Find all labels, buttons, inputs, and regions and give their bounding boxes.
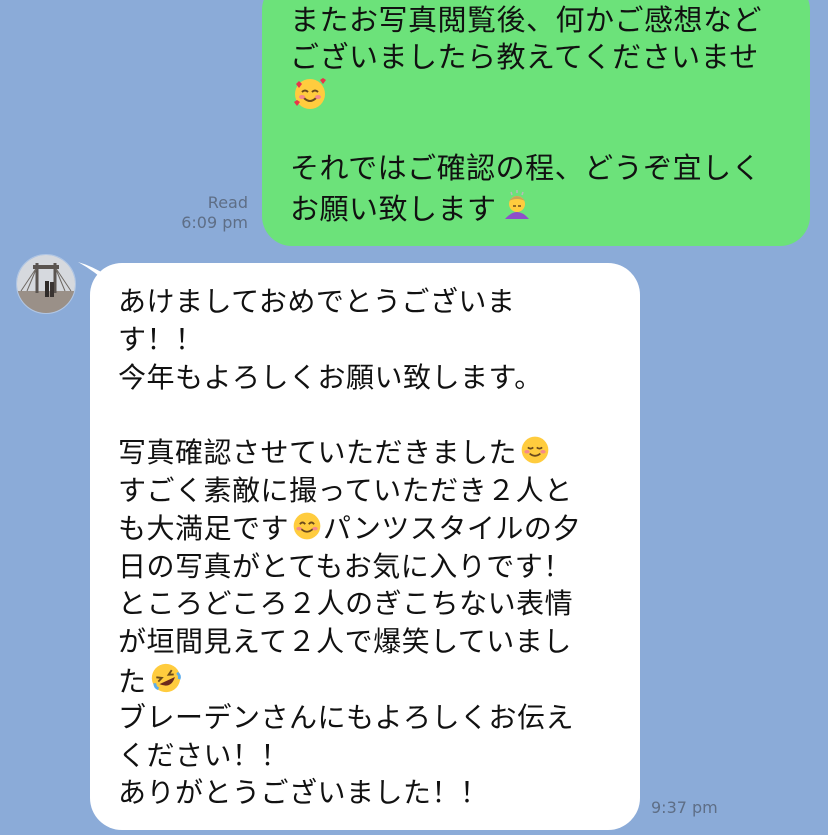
person-bowing-icon bbox=[504, 190, 529, 219]
message-line bbox=[118, 396, 620, 434]
message-line: 日の写真がとてもお気に入りです！ bbox=[118, 549, 572, 583]
message-text: パンツスタイルの夕 bbox=[323, 511, 581, 545]
message-line: あけましておめでとうございま bbox=[118, 285, 516, 318]
message-text: も大満足です bbox=[118, 511, 290, 545]
message-line bbox=[290, 113, 784, 150]
message-line: ブレーデンさんにもよろしくお伝え bbox=[118, 700, 575, 734]
message-line: も大満足です パンツスタイルの夕 bbox=[118, 510, 620, 548]
message-line: ありがとうございました！！ bbox=[118, 776, 489, 810]
received-message-bubble[interactable]: あけましておめでとうございま す！！ 今年もよろしくお願い致します。 写真確認さ… bbox=[90, 263, 640, 830]
smiling-face-icon bbox=[521, 436, 549, 464]
rolling-on-floor-laughing-icon bbox=[151, 663, 181, 693]
chat-screen: { "sent_message": { "lines": [ "またお写真閲覧後… bbox=[0, 0, 828, 835]
message-line: す！！ bbox=[118, 322, 204, 356]
message-timestamp: 9:37 pm bbox=[651, 798, 718, 817]
message-line: ください！！ bbox=[118, 738, 290, 772]
message-timestamp: 6:09 pm bbox=[181, 213, 248, 232]
message-line: ございましたら教えてくださいませ bbox=[290, 40, 759, 74]
avatar[interactable] bbox=[16, 254, 76, 314]
emoji-line bbox=[290, 76, 784, 113]
message-text: 写真確認させていただきました bbox=[118, 436, 518, 470]
message-line: それではご確認の程、どうぞ宜しく bbox=[290, 151, 762, 185]
message-line: た bbox=[118, 661, 620, 699]
message-line: またお写真閲覧後、何かご感想など bbox=[290, 3, 763, 37]
sent-message-bubble[interactable]: またお写真閲覧後、何かご感想など ございましたら教えてくださいませ それではご確… bbox=[262, 0, 810, 246]
avatar-bridge-photo bbox=[17, 255, 75, 313]
read-receipt: Read bbox=[207, 193, 248, 212]
sent-message-meta: Read 6:09 pm bbox=[181, 193, 248, 233]
message-line: が垣間見えて２人で爆笑していまし bbox=[118, 625, 572, 659]
message-line: ところどころ２人のぎこちない表情 bbox=[118, 587, 574, 621]
message-text: た bbox=[118, 664, 147, 698]
message-text: お願い致します bbox=[290, 192, 497, 226]
smiling-face-with-smiling-eyes-icon bbox=[293, 512, 321, 540]
message-line: 写真確認させていただきました bbox=[118, 434, 620, 472]
message-line: 今年もよろしくお願い致します。 bbox=[118, 360, 543, 394]
smiling-face-with-hearts-icon bbox=[294, 78, 326, 109]
message-line: お願い致します bbox=[290, 187, 784, 226]
message-line: すごく素敵に撮っていただき２人と bbox=[118, 473, 573, 507]
